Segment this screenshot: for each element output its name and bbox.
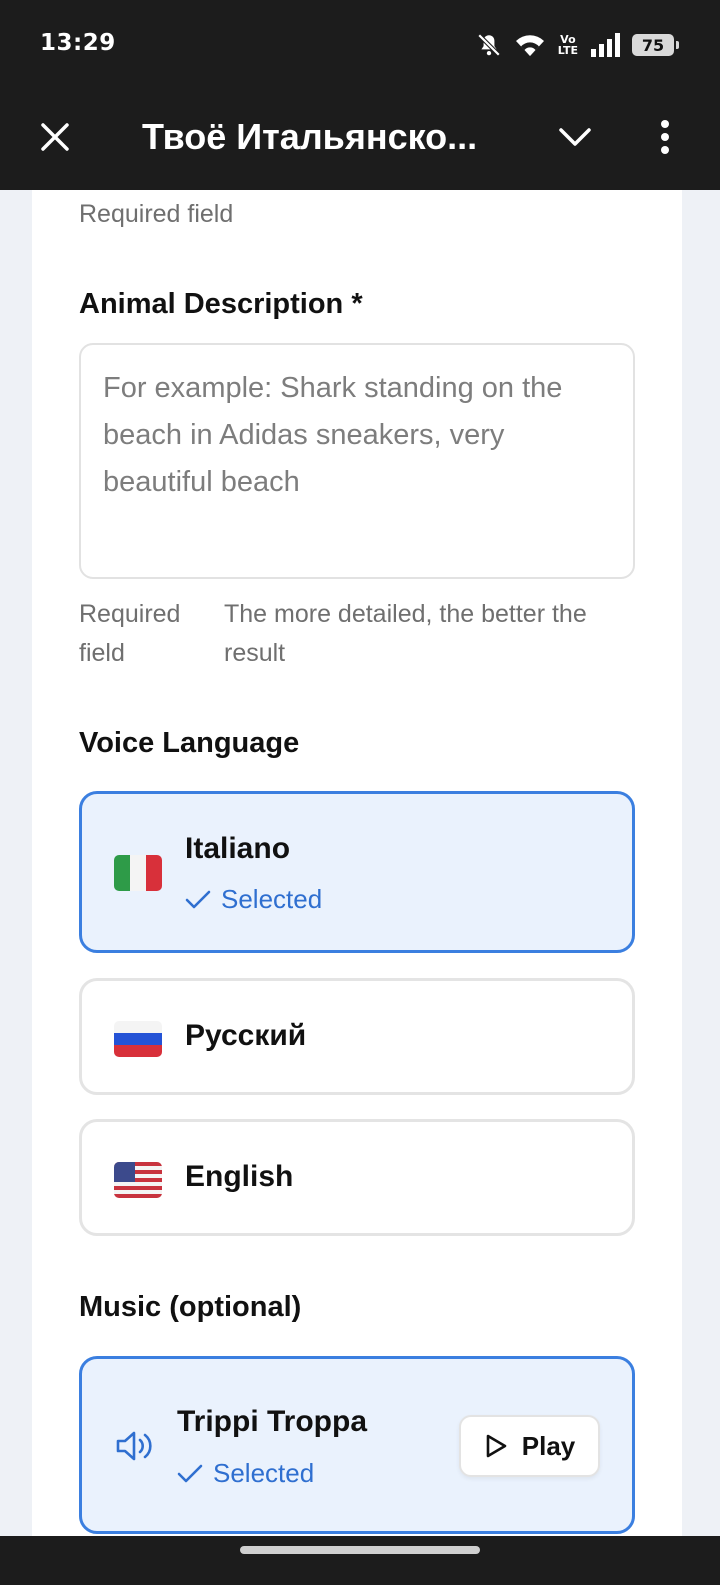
battery-icon: 75 bbox=[632, 34, 679, 56]
italy-flag-icon bbox=[114, 855, 162, 891]
check-icon bbox=[185, 890, 211, 908]
volte-icon: Vo LTE bbox=[557, 33, 578, 57]
navigation-bar bbox=[0, 1536, 720, 1585]
more-vertical-icon bbox=[661, 120, 669, 154]
play-button[interactable]: Play bbox=[459, 1415, 600, 1477]
music-option-trippi-troppa[interactable]: Trippi Troppa Selected Play bbox=[79, 1356, 635, 1534]
language-name: Italiano bbox=[185, 832, 291, 865]
form-card: Required field Animal Description * Requ… bbox=[32, 190, 682, 1550]
signal-icon bbox=[590, 33, 620, 57]
bell-off-icon bbox=[476, 32, 502, 58]
voice-language-label: Voice Language bbox=[79, 727, 300, 759]
more-button[interactable] bbox=[645, 112, 685, 162]
close-icon bbox=[41, 123, 69, 151]
chevron-down-icon bbox=[559, 128, 591, 146]
language-option-russian[interactable]: Русский bbox=[79, 978, 635, 1095]
home-gesture-handle[interactable] bbox=[240, 1546, 480, 1554]
close-button[interactable] bbox=[30, 112, 80, 162]
selected-indicator: Selected bbox=[185, 884, 322, 915]
language-name: Русский bbox=[185, 1019, 307, 1052]
language-option-english[interactable]: English bbox=[79, 1119, 635, 1236]
usa-flag-icon bbox=[114, 1162, 162, 1198]
speaker-icon bbox=[115, 1429, 155, 1468]
language-option-italiano[interactable]: Italiano Selected bbox=[79, 791, 635, 953]
play-icon bbox=[486, 1434, 507, 1458]
description-detail-helper: The more detailed, the better the result bbox=[224, 600, 587, 667]
selected-indicator: Selected bbox=[177, 1458, 314, 1489]
music-name: Trippi Troppa bbox=[177, 1405, 368, 1438]
app-bar: Твоё Итальянско... bbox=[0, 92, 720, 190]
description-required-helper: Required field bbox=[79, 600, 181, 667]
animal-description-label: Animal Description * bbox=[79, 288, 363, 320]
top-helper-text: Required field bbox=[79, 200, 234, 228]
check-icon bbox=[177, 1464, 203, 1482]
expand-button[interactable] bbox=[550, 112, 600, 162]
status-icons: Vo LTE 75 bbox=[476, 30, 679, 60]
animal-description-input[interactable] bbox=[79, 343, 635, 579]
language-name: English bbox=[185, 1160, 294, 1193]
music-label: Music (optional) bbox=[79, 1291, 302, 1323]
app-title: Твоё Итальянско... bbox=[142, 116, 478, 157]
status-bar: 13:29 Vo LTE 75 bbox=[0, 0, 720, 92]
play-label: Play bbox=[521, 1430, 576, 1461]
status-time: 13:29 bbox=[40, 30, 116, 56]
russia-flag-icon bbox=[114, 1021, 162, 1057]
wifi-icon bbox=[514, 32, 546, 58]
